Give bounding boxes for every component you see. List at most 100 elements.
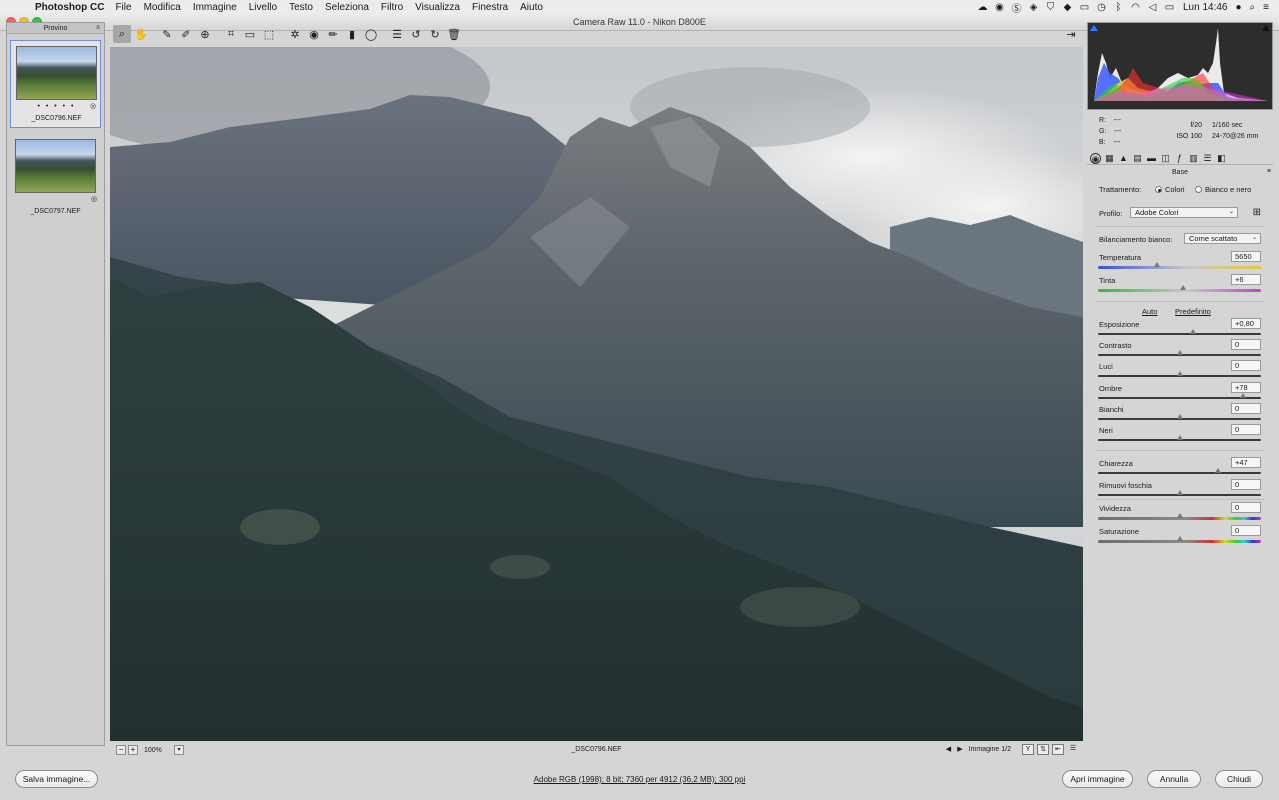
hand-tool-icon[interactable]: ✋ <box>132 25 150 43</box>
highlight-clipping-warning-icon[interactable] <box>1262 25 1270 31</box>
slider-knob[interactable] <box>1189 329 1196 334</box>
open-image-button[interactable]: Apri immagine <box>1062 770 1133 788</box>
menu-modifica[interactable]: Modifica <box>144 2 181 13</box>
tinta-slider[interactable] <box>1098 285 1261 292</box>
cancel-button[interactable]: Annulla <box>1147 770 1201 788</box>
crop-tool-icon[interactable]: ⌗ <box>222 25 240 43</box>
menu-finestra[interactable]: Finestra <box>472 2 508 13</box>
save-image-button[interactable]: Salva immagine... <box>15 770 98 788</box>
white-balance-tool-icon[interactable]: ✎ <box>158 25 176 43</box>
zoom-in-button[interactable]: + <box>128 745 138 755</box>
treatment-bw-radio[interactable]: Bianco e nero <box>1195 185 1251 194</box>
profile-select[interactable]: Adobe Colori ⌄ <box>1130 207 1238 218</box>
close-button[interactable]: Chiudi <box>1215 770 1263 788</box>
auto-link[interactable]: Auto <box>1142 307 1157 316</box>
menu-immagine[interactable]: Immagine <box>193 2 237 13</box>
tab-tone-curve-icon[interactable]: ▦ <box>1104 153 1115 164</box>
creative-cloud-icon[interactable]: ☁ <box>977 2 988 13</box>
rimuovi-foschia-slider[interactable] <box>1098 490 1261 496</box>
white-balance-select[interactable]: Come scattato ⌄ <box>1184 233 1261 244</box>
neri-slider[interactable] <box>1098 435 1261 441</box>
temperatura-slider[interactable] <box>1098 262 1261 269</box>
menu-visualizza[interactable]: Visualizza <box>415 2 460 13</box>
filmstrip-thumbnail[interactable]: ◎ _DSC0797.NEF <box>10 134 101 222</box>
saturazione-value[interactable]: 0 <box>1231 525 1261 536</box>
bianchi-slider[interactable] <box>1098 414 1261 420</box>
menu-livello[interactable]: Livello <box>249 2 277 13</box>
contrasto-value[interactable]: 0 <box>1231 339 1261 350</box>
tab-hsl-icon[interactable]: ▤ <box>1132 153 1143 164</box>
ombre-slider[interactable] <box>1098 393 1261 399</box>
esposizione-slider[interactable] <box>1098 329 1261 335</box>
zoom-level[interactable]: 100% <box>144 747 174 754</box>
filmstrip-thumbnail[interactable]: • • • • • ◎ _DSC0796.NEF <box>10 40 101 128</box>
slider-knob[interactable] <box>1176 536 1183 541</box>
slider-knob[interactable] <box>1176 350 1183 355</box>
tab-snapshots-icon[interactable]: ◧ <box>1216 153 1227 164</box>
temperatura-value[interactable]: 5650 <box>1231 251 1261 262</box>
menu-seleziona[interactable]: Seleziona <box>325 2 369 13</box>
transform-tool-icon[interactable]: ⬚ <box>260 25 278 43</box>
tab-calibration-icon[interactable]: ▥ <box>1188 153 1199 164</box>
slider-knob[interactable] <box>1179 285 1186 290</box>
slider-knob[interactable] <box>1176 414 1183 419</box>
dropbox-icon[interactable]: ◈ <box>1028 2 1039 13</box>
ombre-value[interactable]: +78 <box>1231 382 1261 393</box>
spotlight-icon[interactable]: ⌕ <box>1250 2 1256 13</box>
targeted-adjustment-tool-icon[interactable]: ⊕ <box>196 25 214 43</box>
contrasto-slider[interactable] <box>1098 350 1261 356</box>
bianchi-value[interactable]: 0 <box>1231 403 1261 414</box>
before-after-toggle-button[interactable]: Y <box>1022 744 1034 755</box>
rotate-right-icon[interactable]: ↻ <box>426 25 444 43</box>
image-preview[interactable] <box>110 47 1083 741</box>
shield-icon[interactable]: ⛉ <box>1045 2 1056 13</box>
copy-settings-icon[interactable]: ⇤ <box>1052 744 1064 755</box>
chiarezza-value[interactable]: +47 <box>1231 457 1261 468</box>
slider-knob[interactable] <box>1214 468 1221 473</box>
swap-settings-icon[interactable]: ⇅ <box>1037 744 1049 755</box>
next-image-icon[interactable]: ▶ <box>957 745 962 753</box>
fullscreen-toggle-icon[interactable]: ⇥ <box>1062 25 1080 43</box>
app-menu[interactable]: Photoshop CC <box>35 2 104 13</box>
bluetooth-icon[interactable]: ᛒ <box>1113 2 1124 13</box>
treatment-color-radio[interactable]: Colori <box>1155 185 1185 194</box>
clock[interactable]: Lun 14:46 <box>1183 2 1228 13</box>
skype-icon[interactable]: Ⓢ <box>1011 0 1022 15</box>
tab-effects-icon[interactable]: ƒ <box>1174 153 1185 164</box>
preferences-icon[interactable]: ☰ <box>388 25 406 43</box>
tab-basic-aperture-icon[interactable]: ◉ <box>1090 152 1101 164</box>
profile-browser-icon[interactable]: ⊞ <box>1253 207 1261 218</box>
zoom-dropdown-icon[interactable]: ▾ <box>174 745 184 755</box>
preview-preferences-icon[interactable]: ☰ <box>1067 744 1079 755</box>
wifi-icon[interactable]: ◠ <box>1130 2 1141 13</box>
luci-slider[interactable] <box>1098 371 1261 377</box>
notification-center-icon[interactable]: ≡ <box>1263 2 1269 13</box>
filmstrip-menu-icon[interactable]: ≡ <box>95 25 101 31</box>
tab-lens-icon[interactable]: ◫ <box>1160 153 1171 164</box>
previous-image-icon[interactable]: ◀ <box>946 745 951 753</box>
panel-menu-icon[interactable]: ≡ <box>1267 168 1271 175</box>
slider-knob[interactable] <box>1153 262 1160 267</box>
tab-presets-icon[interactable]: ☰ <box>1202 153 1213 164</box>
menu-file[interactable]: File <box>115 2 131 13</box>
volume-icon[interactable]: ◁ <box>1147 2 1158 13</box>
zoom-out-button[interactable]: − <box>116 745 126 755</box>
screen-icon[interactable]: ▭ <box>1079 2 1090 13</box>
luci-value[interactable]: 0 <box>1231 360 1261 371</box>
eye-icon[interactable]: ◉ <box>994 2 1005 13</box>
adjustment-brush-icon[interactable]: ✏ <box>324 25 342 43</box>
esposizione-value[interactable]: +0,80 <box>1231 318 1261 329</box>
color-sampler-tool-icon[interactable]: ✐ <box>177 25 195 43</box>
tab-detail-icon[interactable]: ▲ <box>1118 153 1129 164</box>
radial-filter-icon[interactable]: ◯ <box>362 25 380 43</box>
workflow-options-link[interactable]: Adobe RGB (1998); 8 bit; 7360 per 4912 (… <box>534 775 746 784</box>
slider-knob[interactable] <box>1176 513 1183 518</box>
slider-knob[interactable] <box>1176 490 1183 495</box>
saturazione-slider[interactable] <box>1098 536 1261 543</box>
trash-icon[interactable]: 🗑 <box>445 25 463 43</box>
battery-icon[interactable]: ▭ <box>1164 2 1175 13</box>
tab-split-toning-icon[interactable]: ▬ <box>1146 153 1157 164</box>
rotate-left-icon[interactable]: ↺ <box>407 25 425 43</box>
straighten-tool-icon[interactable]: ▭ <box>241 25 259 43</box>
chiarezza-slider[interactable] <box>1098 468 1261 474</box>
